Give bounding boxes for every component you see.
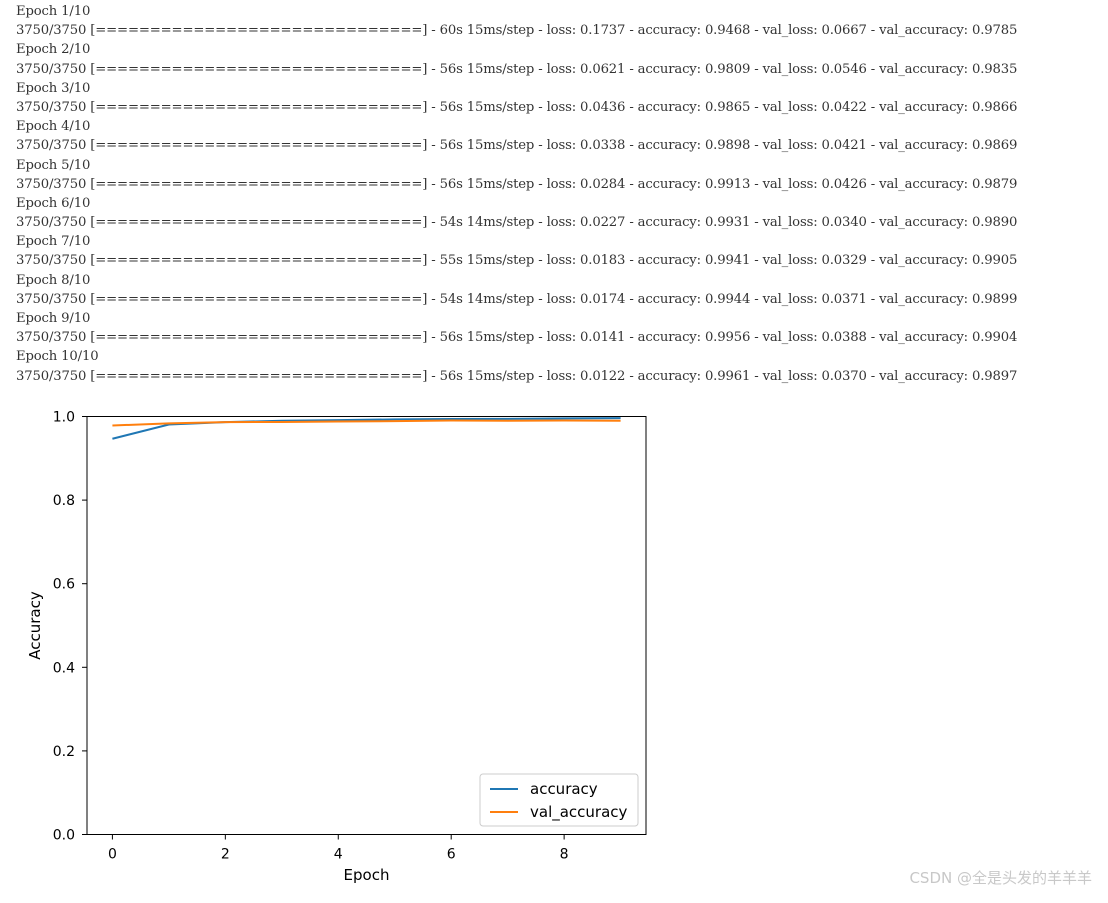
- x-tick-label: 0: [108, 847, 117, 863]
- epoch-header-line: Epoch 5/10: [16, 157, 91, 173]
- y-tick-label: 0.6: [53, 577, 75, 593]
- epoch-header-line: Epoch 6/10: [16, 195, 91, 211]
- epoch-header-line: Epoch 3/10: [16, 80, 91, 96]
- legend-accuracy-label: accuracy: [530, 780, 598, 798]
- epoch-header-line: Epoch 9/10: [16, 311, 91, 326]
- x-tick-label: 2: [221, 847, 230, 863]
- x-tick-label: 4: [334, 847, 343, 863]
- epoch-progress-line: 3750/3750 [=============================…: [16, 176, 1018, 192]
- y-tick-label: 1.0: [53, 410, 75, 426]
- y-tick-label: 0.4: [53, 660, 75, 676]
- epoch-progress-line: 3750/3750 [=============================…: [16, 253, 1018, 269]
- legend: accuracy val_accuracy: [479, 773, 639, 827]
- watermark: CSDN @全是头发的羊羊羊: [909, 869, 1092, 887]
- epoch-progress-line: 3750/3750 [=============================…: [16, 23, 1018, 39]
- y-axis-label: Accuracy: [26, 591, 44, 660]
- axes-frame: [86, 416, 647, 835]
- epoch-header-line: Epoch 2/10: [16, 42, 91, 58]
- epoch-header-line: Epoch 8/10: [16, 272, 91, 288]
- epoch-progress-line: 3750/3750 [=============================…: [16, 330, 1018, 346]
- legend-val-accuracy-label: val_accuracy: [530, 803, 628, 822]
- epoch-progress-line: 3750/3750 [=============================…: [16, 99, 1018, 115]
- epoch-header-line: Epoch 10/10: [16, 349, 99, 365]
- y-tick-label: 0.8: [53, 493, 75, 509]
- x-axis-label: Epoch: [344, 866, 390, 884]
- y-axis-ticks: 0.0 0.2 0.4 0.6 0.8 1.0: [53, 410, 87, 844]
- y-tick-label: 0.0: [53, 828, 75, 844]
- epoch-header-line: Epoch 7/10: [16, 234, 91, 250]
- x-tick-label: 8: [560, 847, 569, 863]
- y-tick-label: 0.2: [53, 744, 75, 760]
- x-tick-label: 6: [447, 847, 456, 863]
- series-line-val-accuracy: [112, 419, 621, 427]
- epoch-header-line: Epoch 4/10: [16, 119, 91, 135]
- x-axis-ticks: 0 2 4 6 8: [108, 834, 569, 863]
- training-log-output: Epoch 1/10 3750/3750 [===================…: [16, 2, 1096, 386]
- epoch-progress-line: 3750/3750 [=============================…: [16, 291, 1018, 307]
- epoch-header-line: Epoch 1/10: [16, 4, 91, 19]
- epoch-progress-line: 3750/3750 [=============================…: [16, 368, 1018, 384]
- epoch-progress-line: 3750/3750 [=============================…: [16, 138, 1018, 154]
- accuracy-chart: 02468 0.0 0.2 0.4 0.6 0.8 1.0 Epoch Accuracy …: [0, 400, 700, 898]
- epoch-progress-line: 3750/3750 [=============================…: [16, 61, 1018, 77]
- plot-lines: [112, 417, 621, 440]
- epoch-progress-line: 3750/3750 [=============================…: [16, 215, 1018, 231]
- accuracy-chart-svg: 02468 0.00.20.40.60.81.0 Epoch Accuracy …: [26, 410, 647, 884]
